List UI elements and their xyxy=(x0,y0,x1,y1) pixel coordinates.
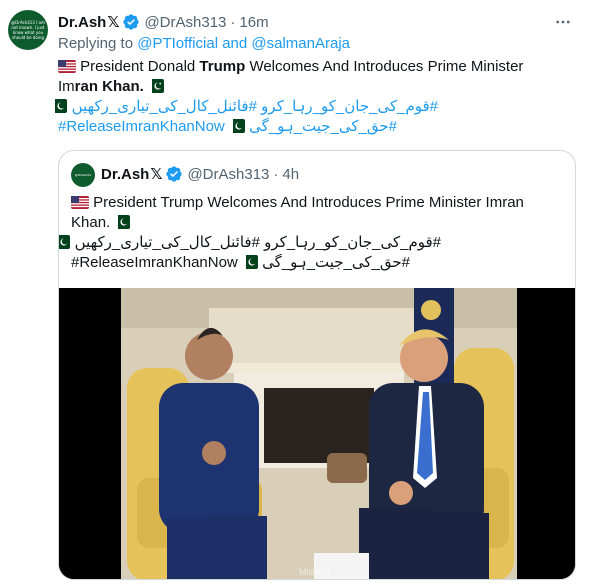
author-name[interactable]: Dr.Ash xyxy=(58,14,106,31)
quote-line: President Trump Welcomes And Introduces … xyxy=(71,193,561,213)
separator-dot: · xyxy=(230,13,236,31)
post-time[interactable]: 16m xyxy=(239,14,268,31)
tweet-line: #ReleaseImranKhanNow #حق_کی_جیت_ہو_گی xyxy=(58,117,568,137)
video-player[interactable]: Mishkat xyxy=(59,288,575,579)
quote-avatar-caption: @DrAsh313 xyxy=(74,172,92,177)
reply-user-link[interactable]: @salmanAraja xyxy=(251,35,350,52)
tweet-line: Imran Khan. xyxy=(58,77,568,97)
quote-hashtags: #قوم_کی_جان_کو_رہا_کرو #فائنل_کال_کی_تیا… xyxy=(74,234,441,251)
hashtag-link[interactable]: #ReleaseImranKhanNow xyxy=(58,118,225,135)
hashtag-link[interactable]: #قوم_کی_جان_کو_رہا_کرو #فائنل_کال_کی_تیا… xyxy=(72,98,438,115)
author-x-mark: 𝕏 xyxy=(107,14,120,31)
reply-user-link[interactable]: @PTIofficial xyxy=(137,35,218,52)
pakistan-flag-icon xyxy=(241,255,258,269)
tweet-text-part: Welcomes And Introduces Prime Minister xyxy=(249,58,524,75)
tweet-text: President Donald Trump Welcomes And Intr… xyxy=(51,57,568,137)
quote-text: President Trump Welcomes And Introduces … xyxy=(59,193,561,273)
us-flag-icon xyxy=(71,196,89,209)
reply-conjunction: and xyxy=(222,35,248,52)
tweet-text-part: Im xyxy=(58,78,75,95)
quote-text-part: President Trump Welcomes And Introduces … xyxy=(93,194,524,211)
quote-line: #قوم_کی_جان_کو_رہا_کرو #فائنل_کال_کی_تیا… xyxy=(59,233,441,253)
quote-text-part: Khan. xyxy=(71,214,111,231)
verified-badge-icon[interactable] xyxy=(165,165,183,183)
tweet-line: President Donald Trump Welcomes And Intr… xyxy=(58,57,568,77)
avatar-caption: @DrAsh313 I am not known. I just know wh… xyxy=(11,20,45,40)
quote-post-time[interactable]: 4h xyxy=(282,166,299,183)
replying-prefix: Replying to xyxy=(58,35,134,52)
quote-line: #ReleaseImranKhanNow #حق_کی_جیت_ہو_گی xyxy=(71,253,561,273)
video-frame xyxy=(59,288,575,579)
more-options-icon[interactable] xyxy=(553,12,573,32)
author-handle[interactable]: @DrAsh313 xyxy=(144,14,226,31)
pakistan-flag-icon xyxy=(148,79,165,93)
us-flag-icon xyxy=(58,60,76,73)
tweet: @DrAsh313 I am not known. I just know wh… xyxy=(0,0,589,586)
tweet-text-bold: ran Khan. xyxy=(74,78,144,95)
pakistan-flag-icon xyxy=(228,119,245,133)
video-watermark: Mishkat xyxy=(299,567,331,577)
tweet-text-part: President Donald xyxy=(80,58,196,75)
avatar[interactable]: @DrAsh313 I am not known. I just know wh… xyxy=(8,10,48,50)
replying-to: Replying to @PTIofficial and @salmanAraj… xyxy=(58,35,350,52)
quote-hashtags: #ReleaseImranKhanNow xyxy=(71,254,238,271)
tweet-header: Dr.Ash 𝕏 @DrAsh313 · 16m xyxy=(58,12,579,32)
quote-author-name[interactable]: Dr.Ash xyxy=(101,166,149,183)
quote-author-x-mark: 𝕏 xyxy=(150,166,163,183)
separator-dot: · xyxy=(273,165,279,183)
pakistan-flag-icon xyxy=(114,215,131,229)
quote-author-handle[interactable]: @DrAsh313 xyxy=(187,166,269,183)
quote-avatar[interactable]: @DrAsh313 xyxy=(71,163,95,187)
pakistan-flag-icon xyxy=(59,235,71,249)
quote-header: Dr.Ash 𝕏 @DrAsh313 · 4h xyxy=(101,165,299,184)
pakistan-flag-icon xyxy=(51,99,68,113)
quoted-tweet[interactable]: @DrAsh313 Dr.Ash 𝕏 @DrAsh313 · 4h Presid… xyxy=(58,150,576,580)
quote-hashtags: #حق_کی_جیت_ہو_گی xyxy=(262,254,410,271)
hashtag-link[interactable]: #حق_کی_جیت_ہو_گی xyxy=(249,118,397,135)
quote-line: Khan. xyxy=(71,213,561,233)
tweet-text-bold: Trump xyxy=(199,58,246,75)
verified-badge-icon[interactable] xyxy=(122,13,140,31)
tweet-line: #قوم_کی_جان_کو_رہا_کرو #فائنل_کال_کی_تیا… xyxy=(51,97,438,117)
